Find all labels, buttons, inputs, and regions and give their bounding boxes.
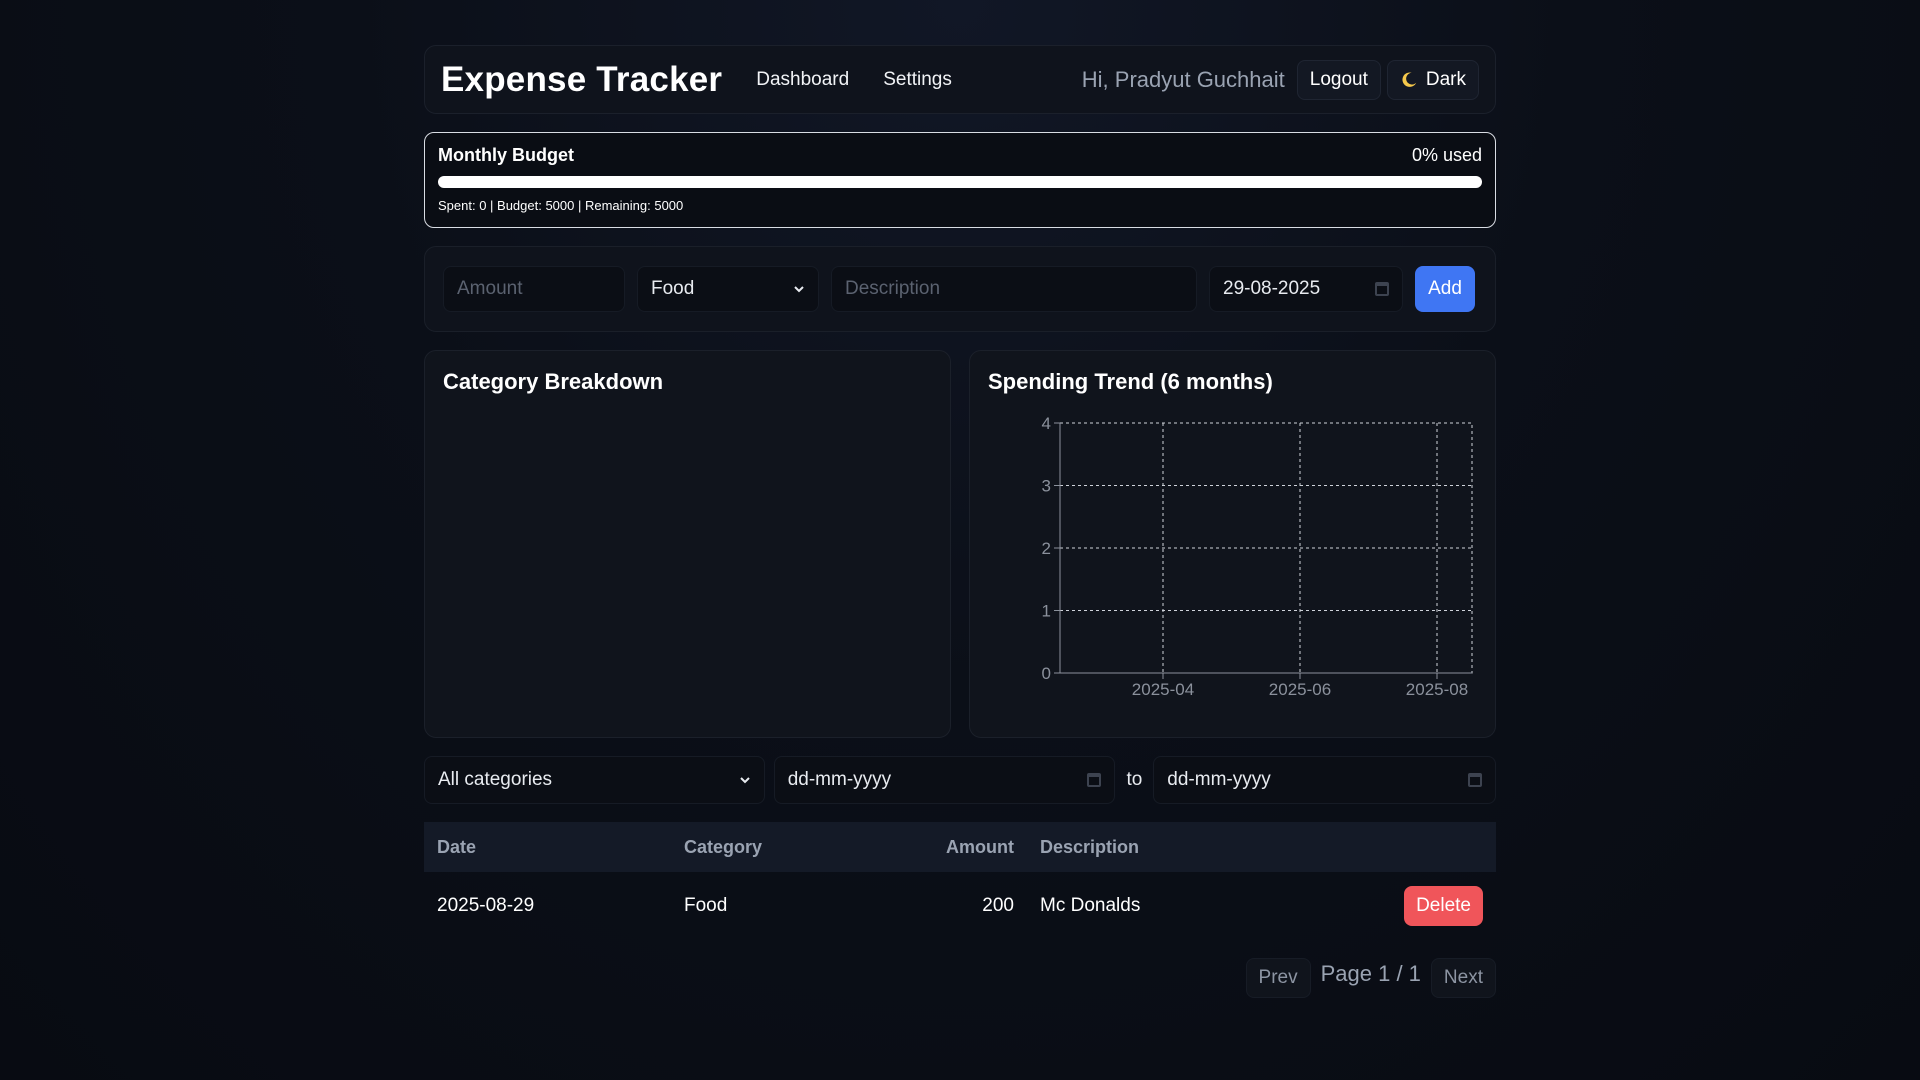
pagination: Prev Page 1 / 1 Next <box>424 958 1496 998</box>
nav-settings-link[interactable]: Settings <box>883 69 952 91</box>
x-tick-label: 2025-06 <box>1269 680 1331 699</box>
main-nav: Dashboard Settings <box>756 69 952 91</box>
charts-row: Category Breakdown Spending Trend (6 mon… <box>424 350 1496 738</box>
next-label: Next <box>1443 967 1483 988</box>
table-row: 2025-08-29 Food 200 Mc Donalds Delete <box>424 872 1496 940</box>
top-header: Expense Tracker Dashboard Settings Hi, P… <box>424 45 1496 114</box>
expense-date-value: 29-08-2025 <box>1223 278 1321 299</box>
category-breakdown-card: Category Breakdown <box>424 350 951 738</box>
from-date-placeholder: dd-mm-yyyy <box>787 769 892 790</box>
category-select[interactable]: Food <box>637 266 819 312</box>
row-category: Food <box>684 895 728 916</box>
theme-label: Dark <box>1425 68 1466 90</box>
y-tick-label: 4 <box>1042 414 1051 433</box>
to-date-input[interactable]: dd-mm-yyyy <box>1153 756 1496 804</box>
moon-icon <box>1402 72 1417 87</box>
chevron-down-icon <box>740 777 750 784</box>
budget-stats: Spent: 0 | Budget: 5000 | Remaining: 500… <box>438 198 684 213</box>
category-breakdown-title: Category Breakdown <box>443 369 664 394</box>
row-description: Mc Donalds <box>1040 895 1141 916</box>
amount-input[interactable] <box>443 266 625 312</box>
col-description: Description <box>1040 836 1140 857</box>
prev-page-button[interactable]: Prev <box>1245 958 1311 998</box>
delete-button[interactable]: Delete <box>1404 886 1483 926</box>
add-label: Add <box>1428 278 1462 299</box>
col-category: Category <box>684 836 763 857</box>
add-expense-button[interactable]: Add <box>1415 266 1475 312</box>
nav-dashboard-link[interactable]: Dashboard <box>756 69 849 91</box>
user-greeting: Hi, Pradyut Guchhait <box>1081 66 1285 92</box>
spending-trend-title: Spending Trend (6 months) <box>988 369 1273 394</box>
page-info: Page 1 / 1 <box>1320 961 1421 986</box>
budget-used-label: 0% used <box>1411 145 1482 165</box>
calendar-icon <box>1468 773 1482 787</box>
col-date: Date <box>437 836 477 857</box>
to-label: to <box>1126 769 1143 790</box>
monthly-budget-card: Monthly Budget 0% used Spent: 0 | Budget… <box>424 132 1496 228</box>
y-tick-label: 2 <box>1042 539 1051 558</box>
y-tick-label: 0 <box>1042 664 1051 683</box>
y-tick-label: 1 <box>1042 602 1051 621</box>
category-filter-select[interactable]: All categories <box>424 756 765 804</box>
expenses-table: Date Category Amount Description 2025-08… <box>424 822 1496 940</box>
row-date: 2025-08-29 <box>437 895 535 916</box>
table-header-row: Date Category Amount Description <box>424 822 1496 872</box>
x-tick-label: 2025-08 <box>1406 680 1468 699</box>
row-amount: 200 <box>982 895 1014 916</box>
budget-progress-bar <box>438 176 1482 188</box>
prev-label: Prev <box>1258 967 1298 988</box>
description-input[interactable] <box>831 266 1197 312</box>
budget-title: Monthly Budget <box>438 145 574 165</box>
add-expense-form: Food 29-08-2025 Add <box>424 246 1496 332</box>
col-actions <box>1283 822 1496 872</box>
calendar-icon <box>1375 282 1389 296</box>
category-filter-value: All categories <box>438 769 553 790</box>
header-right: Hi, Pradyut Guchhait Logout Dark <box>1081 59 1479 100</box>
spending-trend-chart: 0 1 2 3 4 2025-04 2025-06 2025-08 <box>1042 414 1473 699</box>
delete-label: Delete <box>1416 895 1471 916</box>
app-container: Expense Tracker Dashboard Settings Hi, P… <box>424 45 1496 998</box>
theme-toggle-button[interactable]: Dark <box>1386 59 1479 100</box>
filters-row: All categories dd-mm-yyyy to dd-mm-yyyy <box>424 756 1496 804</box>
expense-date-input[interactable]: 29-08-2025 <box>1209 266 1403 312</box>
logout-button[interactable]: Logout <box>1296 59 1381 100</box>
to-date-placeholder: dd-mm-yyyy <box>1167 769 1271 790</box>
logout-label: Logout <box>1309 68 1368 90</box>
col-amount: Amount <box>946 836 1014 857</box>
x-tick-label: 2025-04 <box>1132 680 1194 699</box>
calendar-icon <box>1087 773 1102 787</box>
chevron-down-icon <box>794 286 804 293</box>
from-date-input[interactable]: dd-mm-yyyy <box>773 756 1116 804</box>
next-page-button[interactable]: Next <box>1430 958 1496 998</box>
spending-trend-card: Spending Trend (6 months) 0 1 2 3 4 2025-04 20… <box>969 350 1496 738</box>
app-brand: Expense Tracker <box>441 59 723 99</box>
category-select-value: Food <box>651 278 695 299</box>
y-tick-label: 3 <box>1042 477 1051 496</box>
